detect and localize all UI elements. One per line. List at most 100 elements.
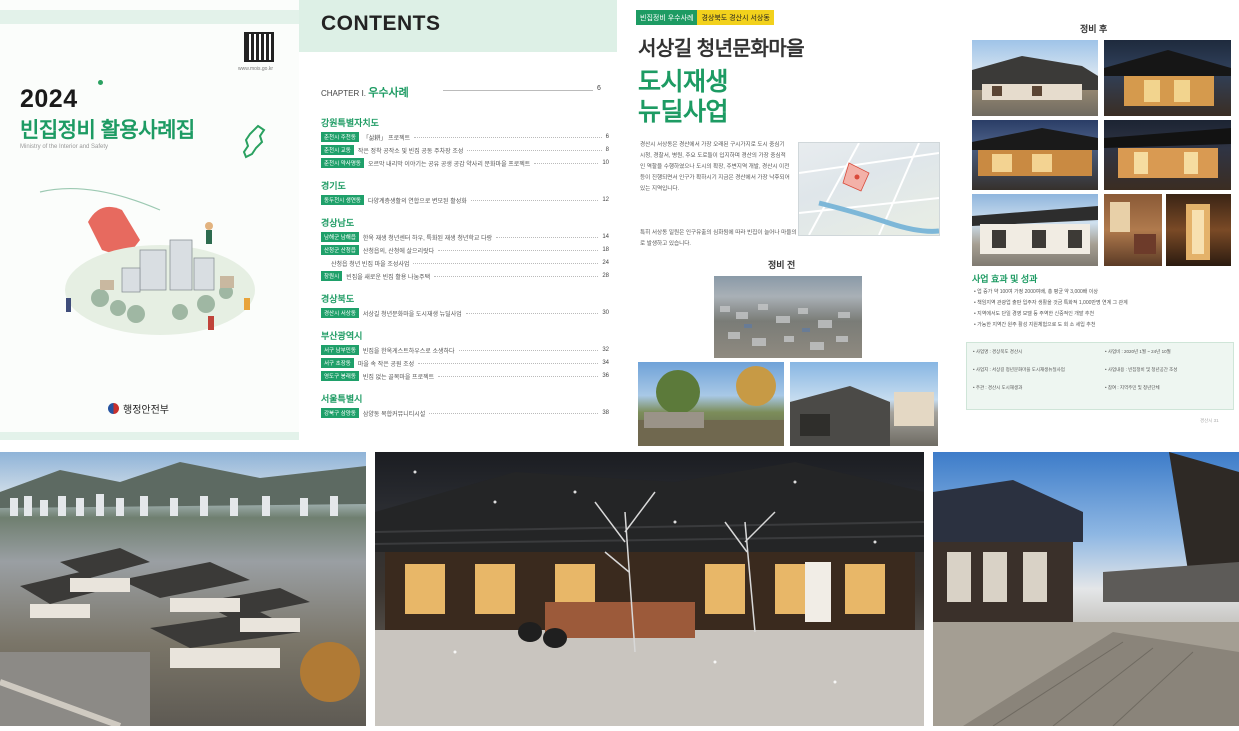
toc-entry[interactable]: 춘천시 주천동 「삶耕」 프로젝트 6 (321, 132, 609, 142)
location-map (798, 142, 940, 236)
village-aerial-photo (0, 452, 366, 726)
project-info-line: • 주관 : 경산시 도시재생과 (973, 385, 1023, 390)
toc-leader-dots (467, 149, 602, 151)
project-info-box: • 사업명 : 경상북도 경산시 • 사업비 : 2020년 1월 ~ 24년 1… (966, 342, 1234, 410)
toc-region-heading: 부산광역시 (321, 331, 363, 341)
booklet-cover: www.mois.go.kr 2024 빈집정비 활용사례집 Ministry … (0, 0, 300, 440)
toc-entry-tag: 서구 초장동 (321, 358, 354, 368)
korea-map-icon (242, 124, 266, 159)
toc-entry-tag: 춘천시 주천동 (321, 132, 359, 142)
toc-entry[interactable]: 경산시 서상동 서상길 청년문화마을 도시재생 뉴딜사업 30 (321, 308, 609, 318)
chapter-page: 6 (597, 85, 601, 92)
chapter-divider (443, 90, 593, 91)
toc-entry-tag: 창원시 (321, 271, 343, 281)
toc-entry-tag: 춘천시 약사명동 (321, 158, 364, 168)
qr-code-icon (244, 32, 274, 62)
toc-leader-dots (438, 249, 599, 251)
project-info-line: • 사업내용 : 빈집정비 및 청년공간 조성 (1105, 367, 1178, 372)
toc-entry-page: 34 (602, 360, 609, 366)
after-photo-1 (972, 40, 1098, 116)
cover-bottom-band (0, 432, 300, 440)
government-emblem-icon (108, 403, 119, 414)
toc-entry[interactable]: 서구 초장동 마을 속 작은 공원 조성 34 (321, 358, 609, 368)
toc-leader-dots (434, 275, 599, 277)
after-photo-5 (972, 194, 1098, 266)
after-label: 정비 후 (1080, 24, 1108, 34)
after-photo-7 (1166, 194, 1231, 266)
case-badge: 빈집정비 우수사례 경상북도 경산시 서상동 (636, 10, 774, 25)
toc-entry[interactable]: 춘천시 약사명동 오르막 내리막 이야기는 공유 공생 공감 약사리 문화마을 프… (321, 158, 609, 168)
toc-entry-title: 산청읍의, 산청에 살으리랏다 (362, 248, 435, 255)
toc-region-heading: 서울특별시 (321, 394, 363, 404)
after-page: 정비 후 사업 효과 및 성과 • 업 증가 약 100여 가정 2000여배,… (944, 0, 1239, 440)
contents-page: CONTENTS CHAPTER Ⅰ. 우수사례 6 강원특별자치도 춘천시 주천… (299, 0, 617, 448)
toc-leader-dots (418, 362, 599, 364)
toc-leader-dots (496, 236, 599, 238)
toc-leader-dots (470, 199, 599, 201)
chapter-prefix: CHAPTER Ⅰ. (321, 89, 367, 98)
toc-entry-page: 36 (602, 373, 609, 379)
project-info-line: • 사업지 : 서상길 청년문화마을 도시재생뉴딜사업 (973, 367, 1065, 372)
toc-entry[interactable]: 산청군 산청읍 산청읍의, 산청에 살으리랏다 18 (321, 245, 609, 255)
toc-entry-page: 18 (602, 247, 609, 253)
publisher-name: 행정안전부 (123, 405, 169, 416)
effect-item: • 업 증가 약 100여 가정 2000여배, 총 평균 약 3,000배 이… (974, 289, 1098, 295)
before-photo-1 (638, 362, 784, 446)
toc-leader-dots (413, 262, 599, 264)
toc-leader-dots (429, 412, 599, 414)
effect-item: • 지역에서도 단일 경영 모델 등 주역한 신중적인 개발 추천 (974, 311, 1095, 317)
after-photo-6 (1104, 194, 1162, 266)
case-page: 빈집정비 우수사례 경상북도 경산시 서상동 서상길 청년문화마을 도시재생 뉴… (622, 0, 944, 448)
before-aerial-photo (714, 276, 862, 358)
toc-entry-page: 28 (602, 273, 609, 279)
effect-item: • 책임지역 관광업 출판 입주자 생활을 것금 특화적 1,000만명 연계 … (974, 300, 1128, 306)
case-title-line1: 서상길 청년문화마을 (638, 38, 805, 60)
badge-location: 경상북도 경산시 서상동 (697, 10, 774, 25)
toc-entry[interactable]: 강북구 삼양동 삼양동 복합커뮤니티시설 38 (321, 408, 609, 418)
badge-category: 빈집정비 우수사례 (636, 10, 698, 25)
cover-top-band (0, 10, 300, 24)
toc-entry-page: 38 (602, 410, 609, 416)
toc-entry-title: 한옥 재생 청년센터 하우, 특화된 재생 청년학교 다랑 (362, 235, 493, 242)
toc-entry[interactable]: 동두천시 생연동 다양계층생활의 연합으로 변모된 활성화 12 (321, 195, 609, 205)
cover-subtitle: Ministry of the Interior and Safety (20, 144, 109, 150)
after-photo-2 (1104, 40, 1231, 116)
toc-entry[interactable]: 창원시 빈집을 새로운 빈집 활용 나눔주택 28 (321, 271, 609, 281)
toc-entry-page: 6 (605, 134, 609, 140)
after-photo-4 (1104, 120, 1231, 190)
cover-title: 빈집정비 활용사례집 (20, 119, 195, 142)
toc-entry-tag: 강북구 삼양동 (321, 408, 359, 418)
toc-leader-dots (438, 375, 599, 377)
toc-leader-dots (458, 349, 599, 351)
toc-entry-tag: 경산시 서상동 (321, 308, 359, 318)
toc-entry-tag: 동두천시 생연동 (321, 195, 364, 205)
project-info-line: • 참여 : 지역주민 및 청년단체 (1105, 385, 1160, 390)
publisher-logo: 행정안전부 (108, 401, 169, 416)
project-info-line: • 사업명 : 경상북도 경산시 (973, 349, 1023, 354)
qr-caption: www.mois.go.kr (238, 66, 274, 72)
toc-entry[interactable]: 서구 남부민동 빈집을 한옥게스트하우스로 소생하다 32 (321, 345, 609, 355)
toc-entry-tag: 서구 남부민동 (321, 345, 359, 355)
contents-title: CONTENTS (321, 12, 441, 35)
toc-entry-title: 서상길 청년문화마을 도시재생 뉴딜사업 (362, 311, 462, 318)
hanok-courtyard-photo (933, 452, 1239, 726)
toc-entry-page: 10 (602, 160, 609, 166)
toc-entry-title: 빈집을 한옥게스트하우스로 소생하다 (362, 348, 455, 355)
village-illustration (39, 188, 255, 335)
toc-entry-title: 마을 속 작은 공원 조성 (357, 361, 415, 368)
toc-leader-dots (414, 136, 602, 138)
toc-entry[interactable]: 춘천시 교동 작은 정착 공작소 및 빈집 공동 주차장 조성 8 (321, 145, 609, 155)
toc-entry[interactable]: 산청읍 청년 빈집 마을 조성사업 24 (321, 258, 609, 268)
toc-entry-tag: 남해군 남해읍 (321, 232, 359, 242)
project-info-line: • 사업비 : 2020년 1월 ~ 24년 10월 (1105, 349, 1171, 354)
toc-entry-title: 삼양동 복합커뮤니티시설 (362, 411, 426, 418)
page-number: 경산시 31 (1200, 418, 1219, 423)
toc-region-heading: 경상북도 (321, 294, 355, 304)
toc-region-heading: 강원특별자치도 (321, 118, 379, 128)
toc-leader-dots (534, 162, 599, 164)
toc-entry-page: 32 (602, 347, 609, 353)
toc-entry[interactable]: 영도구 봉래동 빈집 없는 골목마을 프로젝트 36 (321, 371, 609, 381)
year-dot-icon (98, 80, 103, 85)
toc-region-heading: 경기도 (321, 181, 346, 191)
toc-entry[interactable]: 남해군 남해읍 한옥 재생 청년센터 하우, 특화된 재생 청년학교 다랑 14 (321, 232, 609, 242)
